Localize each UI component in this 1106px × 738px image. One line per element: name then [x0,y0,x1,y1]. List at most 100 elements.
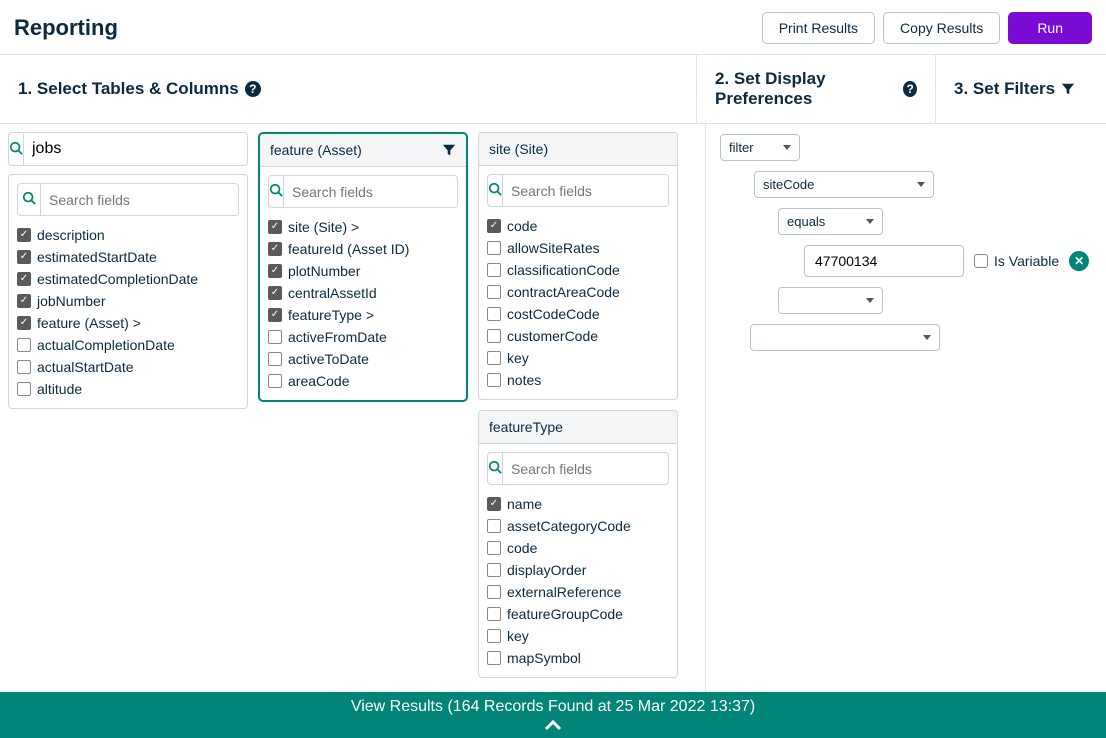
fields-search-input[interactable] [284,177,458,207]
checkbox[interactable] [487,241,501,255]
filter-empty-select-1[interactable] [778,287,883,314]
checkbox[interactable] [17,316,31,330]
is-variable-checkbox[interactable]: Is Variable [974,253,1059,269]
checkbox[interactable] [487,219,501,233]
checkbox[interactable] [268,308,282,322]
field-row[interactable]: jobNumber [17,290,239,312]
copy-results-button[interactable]: Copy Results [883,12,1000,44]
filter-field-select[interactable]: siteCode [754,171,934,198]
field-label: key [507,350,529,366]
field-label: activeToDate [288,351,369,367]
checkbox[interactable] [487,351,501,365]
help-icon[interactable]: ? [245,81,261,97]
step-set-filters[interactable]: 3. Set Filters [936,55,1106,123]
field-row[interactable]: featureId (Asset ID) [268,238,458,260]
step3-label: 3. Set Filters [954,79,1055,99]
chevron-up-icon[interactable] [0,718,1106,736]
field-label: displayOrder [507,562,586,578]
step-display-prefs[interactable]: 2. Set Display Preferences ? [696,55,936,123]
field-row[interactable]: allowSiteRates [487,237,669,259]
field-row[interactable]: estimatedStartDate [17,246,239,268]
field-row[interactable]: code [487,215,669,237]
field-label: notes [507,372,541,388]
checkbox[interactable] [487,497,501,511]
field-row[interactable]: estimatedCompletionDate [17,268,239,290]
checkbox[interactable] [268,220,282,234]
field-label: altitude [37,381,82,397]
field-row[interactable]: classificationCode [487,259,669,281]
checkbox[interactable] [268,264,282,278]
field-row[interactable]: mapSymbol [487,647,669,669]
field-row[interactable]: key [487,347,669,369]
checkbox[interactable] [268,352,282,366]
checkbox[interactable] [487,629,501,643]
fields-search-input[interactable] [503,454,669,484]
checkbox[interactable] [17,360,31,374]
checkbox[interactable] [487,563,501,577]
help-icon[interactable]: ? [903,81,917,97]
checkbox[interactable] [268,286,282,300]
checkbox[interactable] [487,329,501,343]
panel-header: site (Site) [489,141,548,157]
remove-filter-button[interactable]: ✕ [1069,251,1089,271]
field-row[interactable]: displayOrder [487,559,669,581]
checkbox[interactable] [487,607,501,621]
checkbox[interactable] [487,373,501,387]
field-label: externalReference [507,584,621,600]
fields-search-input[interactable] [503,176,669,206]
jobs-search-input[interactable] [24,133,247,165]
panel-header: featureType [489,419,563,435]
field-row[interactable]: key [487,625,669,647]
field-row[interactable]: activeFromDate [268,326,458,348]
print-results-button[interactable]: Print Results [762,12,875,44]
field-row[interactable]: contractAreaCode [487,281,669,303]
checkbox[interactable] [268,374,282,388]
field-label: featureGroupCode [507,606,623,622]
checkbox[interactable] [17,250,31,264]
search-icon [9,134,24,165]
field-label: costCodeCode [507,306,600,322]
field-row[interactable]: name [487,493,669,515]
checkbox[interactable] [487,519,501,533]
field-row[interactable]: code [487,537,669,559]
checkbox[interactable] [17,338,31,352]
filter-icon[interactable] [442,143,456,157]
checkbox[interactable] [17,228,31,242]
checkbox[interactable] [487,651,501,665]
field-row[interactable]: altitude [17,378,239,400]
results-footer[interactable]: View Results (164 Records Found at 25 Ma… [0,692,1106,738]
filter-operator-select[interactable]: equals [778,208,883,235]
field-row[interactable]: notes [487,369,669,391]
checkbox[interactable] [268,242,282,256]
checkbox[interactable] [487,541,501,555]
run-button[interactable]: Run [1008,12,1092,44]
field-row[interactable]: featureType > [268,304,458,326]
field-row[interactable]: description [17,224,239,246]
field-row[interactable]: activeToDate [268,348,458,370]
checkbox[interactable] [17,272,31,286]
field-row[interactable]: customerCode [487,325,669,347]
checkbox[interactable] [487,307,501,321]
fields-search-input[interactable] [41,185,238,215]
field-row[interactable]: actualCompletionDate [17,334,239,356]
checkbox[interactable] [17,294,31,308]
field-row[interactable]: centralAssetId [268,282,458,304]
checkbox[interactable] [487,585,501,599]
field-row[interactable]: costCodeCode [487,303,669,325]
field-row[interactable]: feature (Asset) > [17,312,239,334]
field-row[interactable]: actualStartDate [17,356,239,378]
field-row[interactable]: assetCategoryCode [487,515,669,537]
step-select-tables[interactable]: 1. Select Tables & Columns ? [0,55,696,123]
checkbox[interactable] [268,330,282,344]
field-row[interactable]: externalReference [487,581,669,603]
filter-type-select[interactable]: filter [720,134,800,161]
checkbox[interactable] [17,382,31,396]
field-row[interactable]: areaCode [268,370,458,392]
field-row[interactable]: featureGroupCode [487,603,669,625]
field-row[interactable]: site (Site) > [268,216,458,238]
checkbox[interactable] [487,263,501,277]
filter-empty-select-2[interactable] [750,324,940,351]
field-row[interactable]: plotNumber [268,260,458,282]
filter-value-input[interactable] [804,245,964,277]
checkbox[interactable] [487,285,501,299]
